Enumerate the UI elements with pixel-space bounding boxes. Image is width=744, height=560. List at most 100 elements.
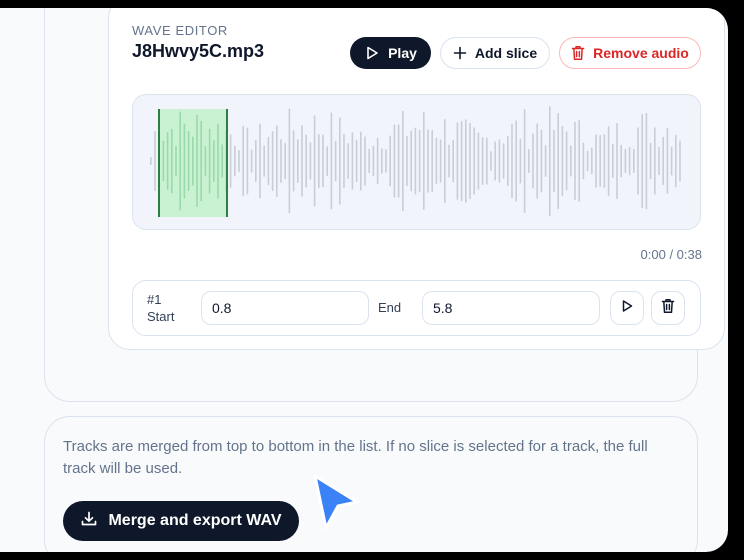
waveform[interactable] bbox=[132, 94, 701, 230]
waveform-bar bbox=[229, 134, 232, 188]
wave-editor-card: WAVE EDITOR J8Hwvy5C.mp3 Play Add slice … bbox=[108, 8, 725, 350]
waveform-bar bbox=[607, 126, 610, 196]
waveform-bar bbox=[473, 127, 475, 195]
waveform-bar bbox=[263, 145, 265, 177]
merge-export-button[interactable]: Merge and export WAV bbox=[63, 501, 299, 541]
waveform-bar bbox=[271, 131, 274, 191]
waveform-bar bbox=[171, 128, 173, 194]
waveform-bar bbox=[666, 128, 669, 194]
waveform-bar bbox=[397, 124, 400, 198]
play-slice-button[interactable] bbox=[610, 291, 644, 325]
waveform-bar bbox=[570, 145, 572, 177]
waveform-bar bbox=[368, 148, 370, 174]
waveform-bar bbox=[276, 125, 278, 197]
trash-icon bbox=[661, 298, 675, 319]
waveform-bar bbox=[355, 139, 358, 183]
slice-number: #1 bbox=[147, 292, 162, 307]
waveform-bar bbox=[376, 137, 379, 184]
waveform-canvas[interactable] bbox=[133, 95, 701, 230]
waveform-bar bbox=[523, 109, 526, 213]
waveform-bar bbox=[250, 149, 253, 173]
waveform-bar bbox=[418, 129, 421, 193]
waveform-bar bbox=[502, 143, 505, 179]
waveform-bar bbox=[662, 136, 664, 186]
waveform-bar bbox=[187, 131, 190, 192]
waveform-bar bbox=[217, 123, 219, 199]
waveform-bar bbox=[238, 150, 240, 172]
waveform-bar bbox=[334, 140, 337, 182]
slice-end-input[interactable] bbox=[422, 291, 600, 325]
waveform-bar bbox=[427, 129, 429, 193]
trash-icon bbox=[571, 45, 585, 61]
slice-label: #1 Start bbox=[147, 291, 174, 325]
waveform-bar bbox=[628, 146, 631, 176]
waveform-bar bbox=[616, 123, 618, 199]
play-button-label: Play bbox=[388, 45, 417, 61]
waveform-bar bbox=[586, 150, 589, 172]
waveform-bar bbox=[330, 112, 333, 210]
waveform-bar bbox=[624, 148, 627, 174]
selection-start-handle[interactable] bbox=[158, 109, 160, 217]
selection-end-handle[interactable] bbox=[226, 109, 228, 217]
waveform-bar bbox=[444, 119, 446, 203]
waveform-bar bbox=[528, 148, 530, 174]
waveform-bar bbox=[599, 135, 601, 187]
waveform-bar bbox=[544, 145, 547, 177]
waveform-bar bbox=[654, 127, 656, 195]
waveform-bar bbox=[679, 140, 681, 182]
mouse-cursor-icon bbox=[309, 472, 363, 539]
waveform-bar bbox=[208, 128, 211, 194]
play-icon bbox=[620, 299, 634, 318]
waveform-bar bbox=[351, 132, 354, 190]
waveform-bar bbox=[406, 135, 408, 187]
waveform-bar bbox=[242, 125, 244, 197]
waveform-bar bbox=[301, 125, 303, 197]
waveform-bar bbox=[490, 151, 492, 171]
play-button[interactable]: Play bbox=[350, 37, 431, 69]
remove-audio-button[interactable]: Remove audio bbox=[559, 37, 701, 69]
waveform-bar bbox=[494, 141, 496, 181]
waveform-bar bbox=[549, 106, 551, 216]
waveform-bar bbox=[414, 127, 417, 195]
waveform-bar bbox=[322, 134, 324, 188]
waveform-bar bbox=[498, 139, 501, 183]
waveform-bar bbox=[179, 111, 181, 211]
add-slice-button[interactable]: Add slice bbox=[440, 37, 550, 69]
delete-slice-button[interactable] bbox=[651, 291, 685, 325]
waveform-bar bbox=[452, 139, 454, 183]
waveform-bar bbox=[439, 139, 442, 183]
end-label: End bbox=[378, 300, 402, 315]
waveform-bar bbox=[460, 120, 463, 202]
waveform-bar bbox=[162, 140, 165, 182]
waveform-bar bbox=[372, 145, 375, 177]
waveform-bar bbox=[192, 136, 194, 186]
start-label: Start bbox=[147, 309, 175, 324]
waveform-bar bbox=[309, 142, 312, 180]
remove-audio-label: Remove audio bbox=[593, 45, 689, 61]
waveform-bar bbox=[343, 133, 345, 189]
waveform-bar bbox=[519, 138, 522, 184]
waveform-bar bbox=[515, 120, 517, 202]
waveform-bar bbox=[183, 123, 186, 199]
waveform-bar bbox=[297, 139, 299, 183]
waveform-bar bbox=[565, 131, 568, 191]
waveform-bar bbox=[385, 149, 387, 173]
waveform-bar bbox=[305, 134, 307, 188]
waveform-bar bbox=[150, 157, 152, 165]
waveform-bar bbox=[284, 142, 286, 180]
waveform-bar bbox=[670, 146, 673, 176]
waveform-bar bbox=[196, 114, 198, 208]
app-window: WAVE EDITOR J8Hwvy5C.mp3 Play Add slice … bbox=[0, 8, 728, 552]
waveform-bar bbox=[465, 119, 467, 203]
waveform-bar bbox=[645, 112, 648, 210]
waveform-bar bbox=[582, 142, 585, 180]
waveform-bar bbox=[649, 142, 652, 180]
waveform-bar bbox=[431, 129, 433, 192]
waveform-bar bbox=[540, 129, 543, 193]
waveform-bar bbox=[259, 123, 261, 199]
waveform-bar bbox=[637, 127, 639, 195]
slice-row: #1 Start End bbox=[132, 280, 701, 336]
timecode: 0:00 / 0:38 bbox=[640, 247, 702, 262]
slice-start-input[interactable] bbox=[201, 291, 369, 325]
waveform-bar bbox=[641, 114, 643, 208]
